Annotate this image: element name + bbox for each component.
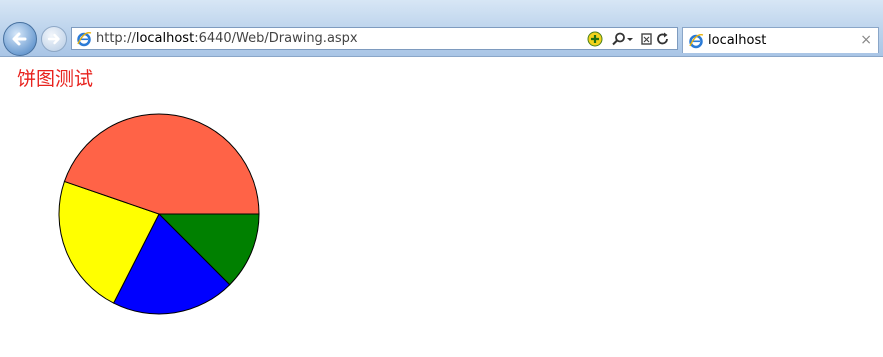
tab-localhost[interactable]: localhost × [682, 27, 879, 53]
pie-chart [58, 113, 260, 315]
page-title: 饼图测试 [17, 68, 94, 90]
ie-logo-icon [689, 34, 704, 49]
url-host: localhost [135, 31, 195, 46]
address-bar[interactable]: http://localhost:6440/Web/Drawing.aspx [71, 27, 678, 50]
compatibility-view-icon[interactable] [587, 31, 603, 47]
forward-arrow-icon[interactable] [41, 26, 67, 52]
address-tools [585, 29, 675, 49]
ie-logo-icon [77, 32, 92, 47]
back-arrow-icon[interactable] [3, 22, 37, 56]
address-url: http://localhost:6440/Web/Drawing.aspx [96, 28, 358, 49]
url-path: :6440/Web/Drawing.aspx [194, 31, 358, 46]
refresh-icon[interactable] [655, 31, 671, 47]
close-icon[interactable]: × [860, 28, 872, 53]
browser-toolbar: http://localhost:6440/Web/Drawing.aspx l… [0, 0, 883, 57]
url-scheme: http:// [96, 31, 136, 46]
dropdown-icon[interactable] [625, 31, 635, 47]
tab-title: localhost [708, 33, 767, 48]
stop-icon[interactable] [639, 31, 655, 47]
